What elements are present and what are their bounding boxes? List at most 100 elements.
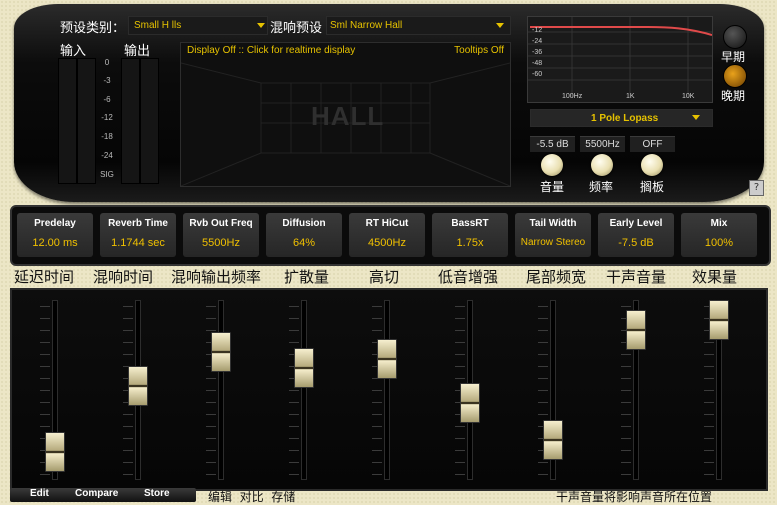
filter-type-dropdown[interactable]: 1 Pole Lopass	[530, 109, 713, 127]
fader-track[interactable]	[301, 300, 307, 480]
fader-tick	[455, 366, 465, 367]
fader-tick	[289, 318, 299, 319]
fader-cap[interactable]	[211, 332, 231, 373]
fader-tick	[455, 474, 465, 475]
preset-category-value: Small H lls	[134, 20, 182, 31]
fader-tick	[206, 390, 216, 391]
param-name: Mix	[710, 218, 728, 229]
fader-tick	[123, 438, 133, 439]
param-mix[interactable]: Mix 100%	[681, 213, 757, 257]
compare-button[interactable]: Compare	[75, 488, 118, 499]
fader-tick	[372, 438, 382, 439]
fader-tick	[704, 366, 714, 367]
freq-knob[interactable]	[591, 154, 613, 176]
help-button[interactable]: ?	[749, 180, 764, 196]
fader-tick	[40, 342, 50, 343]
fader-tick	[704, 438, 714, 439]
fader-tick	[538, 414, 548, 415]
cn-label-predelay: 延迟时间	[14, 268, 75, 286]
cn-label-reverb-time: 混响时间	[93, 268, 154, 286]
fader-tick	[704, 462, 714, 463]
eq-y-label: -36	[532, 49, 543, 56]
fader-tick	[289, 330, 299, 331]
fader-tick	[40, 330, 50, 331]
fader-tick	[538, 306, 548, 307]
param-diffusion[interactable]: Diffusion 64%	[266, 213, 342, 257]
reverb-preset-dropdown[interactable]: Sml Narrow Hall	[326, 16, 511, 35]
eq-x-label: 100Hz	[562, 93, 583, 100]
fader-tick	[538, 474, 548, 475]
fader-area	[12, 290, 762, 485]
param-tail-width[interactable]: Tail Width Narrow Stereo	[515, 213, 591, 257]
fader-tick	[289, 450, 299, 451]
preset-category-dropdown[interactable]: Small H lls	[128, 16, 268, 35]
fader-cap[interactable]	[377, 339, 397, 380]
param-name: Reverb Time	[108, 218, 168, 229]
late-button[interactable]	[723, 64, 747, 88]
shelf-knob-label: 搁板	[640, 180, 665, 194]
fader-tick	[704, 390, 714, 391]
early-button[interactable]	[723, 25, 747, 49]
param-rt-hicut[interactable]: RT HiCut 4500Hz	[349, 213, 425, 257]
param-early-level[interactable]: Early Level -7.5 dB	[598, 213, 674, 257]
footer-button-labels: 编辑 对比 存储	[208, 490, 296, 504]
fader-tick	[40, 354, 50, 355]
fader-tick	[704, 414, 714, 415]
level-knob[interactable]	[541, 154, 563, 176]
fader-tick	[538, 462, 548, 463]
tooltips-toggle[interactable]: Tooltips Off	[454, 45, 504, 56]
cn-label-rvb-out-freq: 混响输出频率	[171, 268, 262, 286]
fader-track[interactable]	[384, 300, 390, 480]
fader-cap[interactable]	[128, 365, 148, 406]
fader-cap[interactable]	[460, 382, 480, 423]
fader-cap[interactable]	[626, 309, 646, 350]
output-meter-left	[121, 58, 140, 184]
param-bassrt[interactable]: BassRT 1.75x	[432, 213, 508, 257]
fader-tick	[289, 402, 299, 403]
fader-cap[interactable]	[709, 300, 729, 340]
fader-tick	[206, 438, 216, 439]
fader-tick	[372, 414, 382, 415]
fader-tick	[206, 450, 216, 451]
fader-tick	[40, 306, 50, 307]
param-name: RT HiCut	[365, 218, 409, 229]
fader-tick	[40, 378, 50, 379]
fader-tick	[538, 342, 548, 343]
fader-tick	[704, 402, 714, 403]
param-value: 64%	[292, 237, 316, 249]
fader-tick	[621, 354, 631, 355]
realtime-display[interactable]: Display Off :: Click for realtime displa…	[180, 42, 511, 187]
fader-tick	[621, 462, 631, 463]
fader-tick	[455, 426, 465, 427]
eq-x-label: 10K	[682, 93, 695, 100]
fader-tick	[455, 342, 465, 343]
fader-cap[interactable]	[294, 347, 314, 388]
input-label: 输入	[60, 44, 87, 59]
param-name: Diffusion	[282, 218, 326, 229]
fader-tick	[123, 342, 133, 343]
fader-tick	[40, 390, 50, 391]
meter-scale-label: -6	[103, 95, 111, 104]
param-name: Predelay	[34, 218, 76, 229]
shelf-knob[interactable]	[641, 154, 663, 176]
fader-cap[interactable]	[45, 431, 65, 472]
param-reverb-time[interactable]: Reverb Time 1.1744 sec	[100, 213, 176, 257]
param-predelay[interactable]: Predelay 12.00 ms	[17, 213, 93, 257]
store-button[interactable]: Store	[144, 488, 170, 499]
edit-button[interactable]: Edit	[30, 488, 49, 499]
fader-tick	[372, 318, 382, 319]
param-rvb-out-freq[interactable]: Rvb Out Freq 5500Hz	[183, 213, 259, 257]
output-meter-right	[140, 58, 159, 184]
fader-tick	[372, 426, 382, 427]
display-status[interactable]: Display Off :: Click for realtime displa…	[187, 45, 355, 56]
fader-cap[interactable]	[543, 420, 563, 461]
fader-tick	[123, 426, 133, 427]
param-value: 1.1744 sec	[111, 237, 165, 249]
fader-tick	[621, 402, 631, 403]
fader-tick	[704, 354, 714, 355]
param-value: 1.75x	[456, 237, 484, 249]
fader-tick	[289, 438, 299, 439]
fader-track[interactable]	[218, 300, 224, 480]
param-value: 4500Hz	[368, 237, 406, 249]
param-value: Narrow Stereo	[520, 237, 586, 248]
